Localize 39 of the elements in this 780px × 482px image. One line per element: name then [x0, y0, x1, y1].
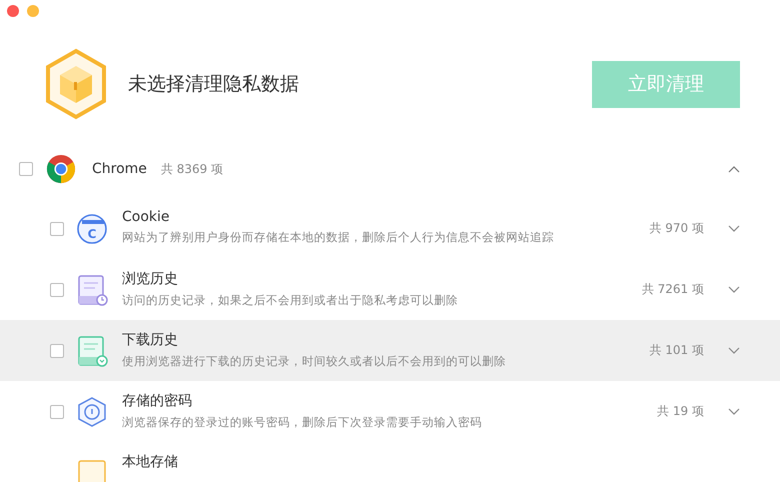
document-download-icon [76, 334, 108, 366]
collapse-chevron-icon[interactable] [728, 165, 740, 173]
item-title: 本地存储 [122, 452, 179, 470]
browser-name: Chrome [92, 161, 147, 177]
checkbox[interactable] [50, 344, 64, 358]
item-description: 访问的历史记录，如果之后不会用到或者出于隐私考虑可以删除 [122, 292, 459, 308]
item-count: 共 101 项 [649, 342, 704, 359]
item-title: 存储的密码 [122, 392, 193, 410]
item-count: 共 8369 项 [160, 160, 224, 178]
checkbox[interactable] [50, 222, 64, 236]
item-description: 浏览器保存的登录过的账号密码，删除后下次登录需要手动输入密码 [122, 414, 483, 430]
list-row[interactable]: 下载历史 使用浏览器进行下载的历史记录，时间较久或者以后不会用到的可以删除 共 101 项 [0, 320, 780, 381]
item-title: 下载历史 [122, 330, 179, 348]
expand-chevron-icon[interactable] [728, 224, 740, 232]
minimize-window-button[interactable] [27, 5, 39, 17]
item-description: 使用浏览器进行下载的历史记录，时间较久或者以后不会用到的可以删除 [122, 354, 507, 368]
list-row[interactable]: 本地存储 [0, 442, 780, 482]
expand-chevron-icon[interactable] [728, 346, 740, 354]
cookie-letter: C [88, 226, 96, 240]
browser-logo-icon [46, 154, 76, 184]
document-clock-icon [76, 274, 108, 306]
item-title: 浏览历史 [122, 270, 179, 288]
expand-chevron-icon[interactable] [728, 408, 740, 416]
list-row[interactable]: C Cookie 网站为了辨别用户身份而存储在本地的数据，删除后个人行为信息不会被网站追踪 共 970 项 [0, 198, 780, 259]
shield-key-icon [76, 396, 108, 428]
expand-chevron-icon[interactable] [728, 286, 740, 294]
item-count: 共 970 项 [649, 220, 704, 237]
list-row[interactable]: 存储的密码 浏览器保存的登录过的账号密码，删除后下次登录需要手动输入密码 共 19 项 [0, 381, 780, 442]
item-count: 共 19 项 [657, 403, 704, 420]
cube-icon [44, 48, 108, 120]
close-window-button[interactable] [7, 5, 19, 17]
checkbox[interactable] [50, 404, 64, 418]
checkbox[interactable] [19, 162, 33, 176]
status-title: 未选择清理隐私数据 [128, 72, 300, 97]
item-description: 网站为了辨别用户身份而存储在本地的数据，删除后个人行为信息不会被网站追踪 [122, 230, 555, 244]
checkbox[interactable] [50, 282, 64, 296]
item-title: Cookie [122, 208, 171, 224]
list-row[interactable]: 浏览历史 访问的历史记录，如果之后不会用到或者出于隐私考虑可以删除 共 7261 项 [0, 259, 780, 320]
item-count: 共 7261 项 [642, 281, 704, 298]
